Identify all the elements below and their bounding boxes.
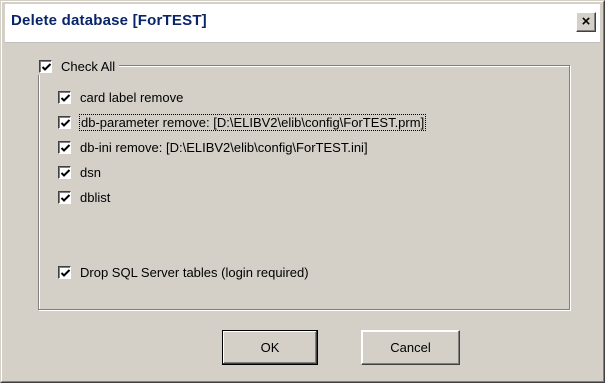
checkmark-icon [60, 168, 71, 177]
option-label: card label remove [80, 89, 184, 105]
delete-database-dialog: Delete database [ForTEST] × Check All ca… [0, 0, 605, 383]
checkmark-icon [60, 143, 71, 152]
option-label: db-ini remove: [D:\ELIBV2\elib\config\Fo… [80, 139, 368, 155]
option-checkbox-box[interactable] [58, 165, 71, 179]
option-card-label-remove[interactable]: card label remove [58, 88, 183, 106]
option-checkbox-box[interactable] [58, 90, 71, 104]
option-db-ini-remove[interactable]: db-ini remove: [D:\ELIBV2\elib\config\Fo… [58, 138, 368, 156]
close-icon: × [581, 13, 591, 30]
checkmark-icon [60, 93, 71, 102]
option-checkbox-box[interactable] [58, 115, 71, 129]
check-all-label: Check All [61, 58, 116, 74]
checkmark-icon [60, 193, 71, 202]
option-label: dsn [80, 164, 101, 180]
option-label: Drop SQL Server tables (login required) [80, 264, 309, 280]
option-db-parameter-remove[interactable]: db-parameter remove: [D:\ELIBV2\elib\con… [58, 113, 427, 131]
option-dblist[interactable]: dblist [58, 188, 110, 206]
check-all-checkbox[interactable]: Check All [37, 57, 120, 75]
close-button[interactable]: × [576, 12, 596, 32]
checkmark-icon [60, 118, 71, 127]
option-checkbox-box[interactable] [58, 190, 71, 204]
cancel-button[interactable]: Cancel [361, 330, 460, 365]
checkmark-icon [60, 268, 71, 277]
option-drop-sql-tables[interactable]: Drop SQL Server tables (login required) [58, 263, 309, 281]
option-dsn[interactable]: dsn [58, 163, 101, 181]
title-bar[interactable]: Delete database [ForTEST] × [5, 4, 600, 43]
option-checkbox-box[interactable] [58, 265, 71, 279]
option-label: dblist [80, 189, 111, 205]
option-checkbox-box[interactable] [58, 140, 71, 154]
option-label: db-parameter remove: [D:\ELIBV2\elib\con… [78, 113, 427, 131]
checkmark-icon [41, 62, 52, 71]
check-all-checkbox-box[interactable] [39, 59, 52, 73]
dialog-title: Delete database [ForTEST] [11, 12, 207, 29]
ok-button[interactable]: OK [222, 330, 318, 365]
